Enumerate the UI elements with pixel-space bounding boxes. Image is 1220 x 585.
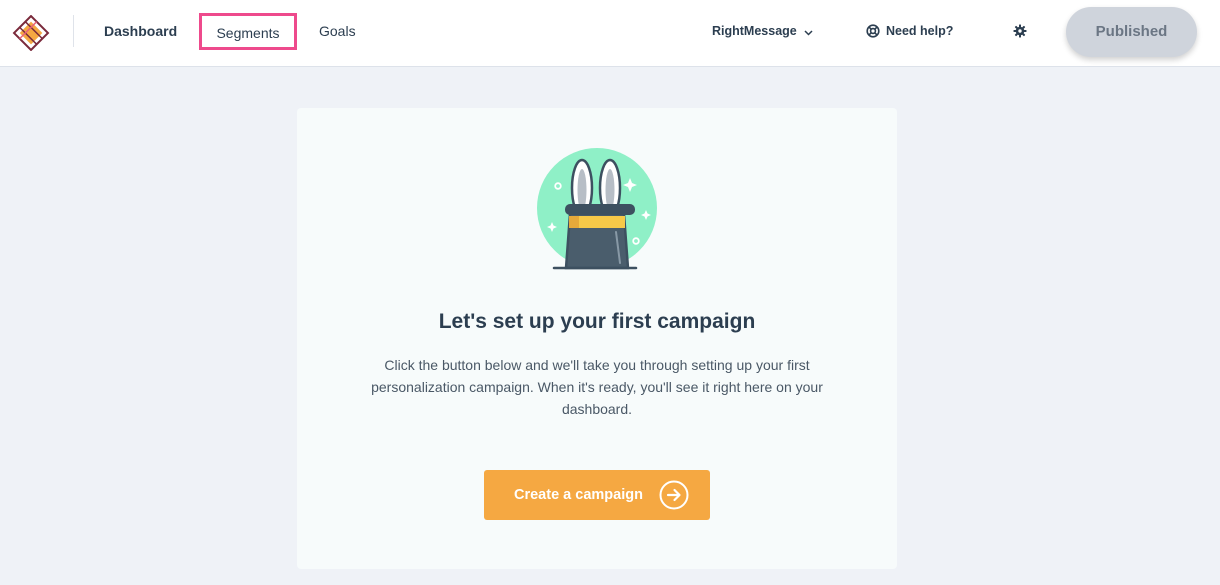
create-campaign-button[interactable]: Create a campaign <box>484 470 710 520</box>
create-campaign-label: Create a campaign <box>514 487 643 503</box>
rightmessage-logo-icon[interactable] <box>11 14 51 52</box>
need-help-label: Need help? <box>886 24 954 38</box>
chevron-down-icon <box>804 1 813 63</box>
published-button[interactable]: Published <box>1066 7 1197 57</box>
account-label: RightMessage <box>712 24 797 38</box>
nav-segments[interactable]: Segments <box>199 13 297 50</box>
need-help-link[interactable]: Need help? <box>866 0 953 62</box>
nav-dashboard[interactable]: Dashboard <box>104 0 177 62</box>
account-menu[interactable]: RightMessage <box>712 0 813 62</box>
empty-state-description: Click the button below and we'll take yo… <box>371 357 823 417</box>
empty-state-card: Let's set up your first campaign Click t… <box>297 108 897 569</box>
gear-icon[interactable] <box>1013 24 1027 38</box>
lifebuoy-icon <box>866 24 880 38</box>
empty-state-title: Let's set up your first campaign <box>438 310 756 333</box>
nav-goals[interactable]: Goals <box>319 0 356 62</box>
magic-hat-rabbit-icon <box>536 148 658 272</box>
arrow-right-circle-icon <box>659 480 689 510</box>
logo-divider <box>73 15 74 47</box>
top-navigation-bar: Dashboard Segments Goals RightMessage Ne… <box>0 0 1220 67</box>
